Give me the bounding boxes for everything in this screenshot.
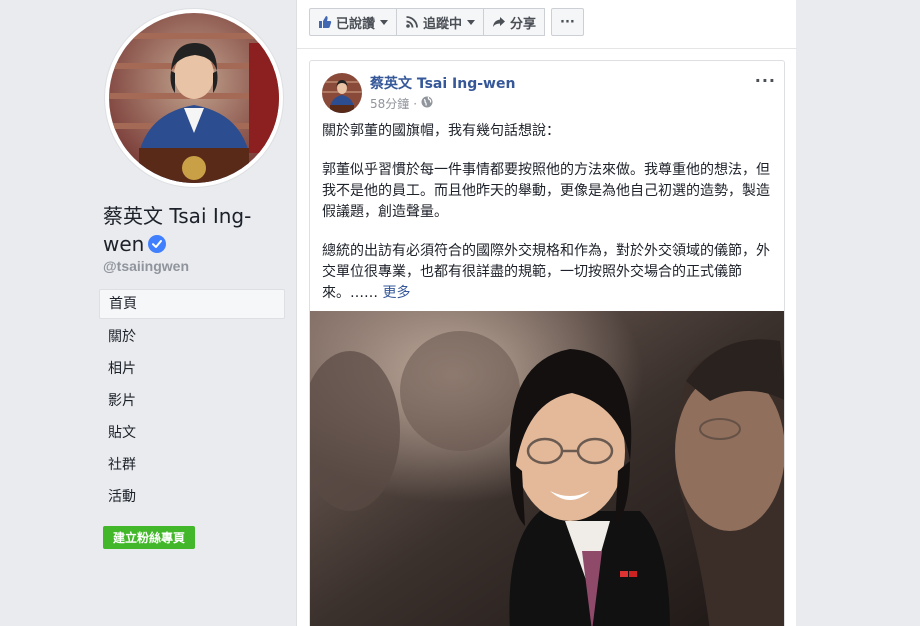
post-card: 蔡英文 Tsai Ing-wen 58分鐘 · ··· 關於郭董的國旗帽，我有幾… — [309, 60, 785, 626]
liked-button[interactable]: 已說讚 — [309, 8, 398, 36]
post-author-name[interactable]: 蔡英文 Tsai Ing-wen — [370, 73, 515, 93]
thumbs-up-icon — [318, 15, 332, 29]
more-options-icon: ··· — [560, 14, 575, 30]
globe-icon[interactable] — [421, 96, 433, 111]
post-paragraph: 關於郭董的國旗帽，我有幾句話想說： — [322, 123, 560, 139]
post-photo[interactable] — [310, 311, 784, 626]
post-paragraph: 郭董似乎習慣於每一件事情都要按照他的方法來做。我尊重他的想法，但我不是他的員工。… — [322, 162, 770, 220]
create-page-button[interactable]: 建立粉絲專頁 — [103, 526, 196, 549]
actions-divider — [297, 48, 797, 49]
post-options-icon[interactable]: ··· — [755, 71, 776, 90]
page-nav: 首頁 關於 相片 影片 貼文 社群 活動 — [99, 289, 285, 513]
page-title[interactable]: 蔡英文 Tsai Ing-wen — [103, 202, 283, 258]
nav-item-about[interactable]: 關於 — [99, 321, 285, 353]
page-handle[interactable]: @tsaiingwen — [103, 258, 189, 274]
post-timestamp[interactable]: 58分鐘 — [370, 95, 409, 112]
nav-item-photos[interactable]: 相片 — [99, 353, 285, 385]
see-more-link[interactable]: 更多 — [382, 285, 410, 301]
chevron-down-icon — [380, 19, 389, 25]
post-meta: 58分鐘 · — [370, 95, 433, 112]
verified-badge-icon — [148, 235, 167, 253]
following-button[interactable]: 追蹤中 — [396, 8, 485, 36]
page-sidebar: 蔡英文 Tsai Ing-wen @tsaiingwen 首頁 關於 相片 影片… — [95, 0, 295, 626]
liked-label: 已說讚 — [336, 16, 376, 32]
share-arrow-icon — [492, 15, 506, 29]
profile-photo — [109, 13, 279, 183]
profile-picture[interactable] — [105, 9, 283, 187]
post-author-avatar[interactable] — [322, 73, 362, 113]
chevron-down-icon — [467, 19, 476, 25]
main-content: 已說讚 追蹤中 分享 ··· 蔡英文 Tsai Ing-wen 58分鐘 · ·… — [296, 0, 797, 626]
following-label: 追蹤中 — [423, 16, 463, 32]
share-label: 分享 — [510, 16, 537, 32]
nav-item-community[interactable]: 社群 — [99, 449, 285, 481]
more-options-button[interactable]: ··· — [551, 8, 584, 36]
page-title-text: 蔡英文 Tsai Ing-wen — [103, 204, 252, 256]
page-actions: 已說讚 追蹤中 分享 ··· — [309, 8, 584, 36]
meta-separator: · — [413, 96, 418, 111]
nav-item-videos[interactable]: 影片 — [99, 385, 285, 417]
nav-item-posts[interactable]: 貼文 — [99, 417, 285, 449]
nav-item-home[interactable]: 首頁 — [99, 289, 285, 319]
post-body: 關於郭董的國旗帽，我有幾句話想說： 郭董似乎習慣於每一件事情都要按照他的方法來做… — [322, 121, 778, 322]
nav-item-events[interactable]: 活動 — [99, 481, 285, 513]
post-paragraph-last: 總統的出訪有必須符合的國際外交規格和作為，對於外交領域的儀節，外交單位很專業，也… — [322, 241, 778, 304]
rss-icon — [405, 15, 419, 29]
share-button[interactable]: 分享 — [483, 8, 546, 36]
